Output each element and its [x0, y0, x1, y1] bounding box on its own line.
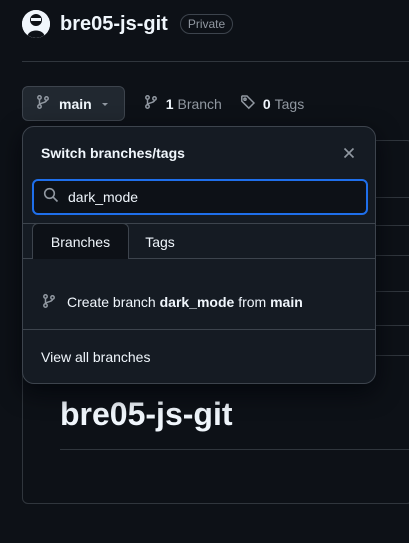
repo-header: bre05-js-git Private: [22, 10, 234, 38]
branch-select-button[interactable]: main: [22, 86, 125, 121]
header-divider: [22, 61, 409, 62]
branch-toolbar: main 1 Branch 0 Tags: [22, 86, 304, 121]
branch-count: 1: [165, 95, 174, 112]
source-branch-name: main: [270, 294, 303, 310]
tab-tags[interactable]: Tags: [143, 224, 177, 260]
new-branch-name: dark_mode: [159, 294, 235, 310]
panel-title: Switch branches/tags: [41, 145, 185, 161]
tag-count: 0: [262, 95, 271, 112]
repo-page: bre05-js-git Private bre05-js-git main 1…: [0, 0, 409, 543]
create-branch-item[interactable]: Create branch dark_mode from main: [41, 292, 303, 312]
branch-count-label: Branch: [177, 95, 222, 112]
create-prefix: Create branch: [67, 294, 156, 310]
owner-avatar[interactable]: [22, 10, 50, 38]
branch-switcher-panel: Switch branches/tags Branches Tags: [22, 126, 376, 384]
current-branch-label: main: [59, 95, 92, 112]
tag-icon: [240, 94, 256, 113]
create-branch-text: Create branch dark_mode from main: [67, 294, 303, 310]
tab-branches[interactable]: Branches: [32, 223, 129, 259]
branches-link[interactable]: 1 Branch: [143, 94, 222, 113]
git-branch-icon: [35, 94, 51, 113]
file-row-divider: [372, 291, 409, 292]
file-row-divider: [372, 225, 409, 226]
create-from-word: from: [238, 294, 267, 310]
branch-tag-tabs: Branches Tags: [23, 223, 375, 259]
branch-search-input[interactable]: [68, 189, 366, 205]
tag-count-label: Tags: [274, 95, 305, 112]
search-icon: [43, 187, 59, 208]
file-row-divider: [372, 255, 409, 256]
readme-title-rule: [60, 449, 409, 450]
panel-divider: [23, 329, 375, 330]
visibility-badge: Private: [179, 14, 234, 34]
panel-header: Switch branches/tags: [23, 127, 375, 179]
branch-search-field[interactable]: [32, 179, 368, 215]
file-row-divider: [372, 197, 409, 198]
tags-link[interactable]: 0 Tags: [240, 94, 304, 113]
repo-name[interactable]: bre05-js-git: [60, 13, 168, 36]
readme-title: bre05-js-git: [60, 396, 233, 432]
caret-down-icon: [100, 96, 110, 112]
file-row-divider: [372, 355, 409, 356]
git-branch-icon: [143, 94, 159, 113]
view-all-branches-link[interactable]: View all branches: [41, 349, 150, 365]
close-icon[interactable]: [341, 145, 357, 161]
git-branch-icon: [41, 293, 57, 312]
file-row-divider: [372, 325, 409, 326]
